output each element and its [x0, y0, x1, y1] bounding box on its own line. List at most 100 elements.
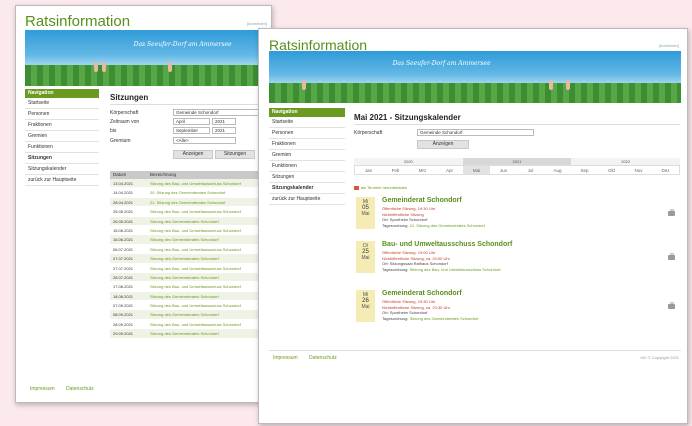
anzeigen-button[interactable]: Anzeigen: [417, 140, 469, 149]
print-icon[interactable]: [668, 302, 675, 309]
row-title-link[interactable]: Sitzung des Gemeinderates Schondorf: [150, 273, 271, 281]
datenschutz-link[interactable]: Datenschutz: [66, 386, 94, 392]
print-icon[interactable]: [668, 209, 675, 216]
nav-item-fraktionen[interactable]: Fraktionen: [269, 139, 345, 150]
row-title-link[interactable]: 21. Sitzung des Gemeinderates Schondorf: [150, 198, 271, 206]
table-row[interactable]: 14.04.2021 20. Sitzung des Gemeinderates …: [110, 188, 271, 198]
table-row[interactable]: 08.09.2021 Sitzung des Gemeinderates Scho…: [110, 310, 271, 320]
nav-item-gremien[interactable]: Gremien: [269, 150, 345, 161]
month-okt[interactable]: Okt: [598, 166, 625, 174]
row-title-link[interactable]: Sitzung des Bau- und Umweltausschuss Sch…: [150, 264, 271, 272]
row-title-link[interactable]: Sitzung des Bau- und Umweltausschuss Sch…: [150, 179, 271, 187]
von-year-select[interactable]: 2021: [212, 118, 236, 125]
row-title-link[interactable]: Sitzung des Gemeinderates Schondorf: [150, 292, 271, 300]
nav-item-funktionen[interactable]: Funktionen: [25, 142, 99, 153]
month-mai[interactable]: Mai: [463, 166, 490, 174]
row-title-link[interactable]: Sitzung des Bau- und Umweltausschuss Sch…: [150, 207, 271, 215]
month-mrz[interactable]: Mrz: [409, 166, 436, 174]
row-title-link[interactable]: Sitzung des Gemeinderates Schondorf: [150, 217, 271, 225]
event-title[interactable]: Gemeinderat Schondorf: [382, 197, 462, 204]
month-sep[interactable]: Sep: [571, 166, 598, 174]
copyright: MC © Copyright 2021: [640, 355, 679, 360]
row-title-link[interactable]: Sitzung des Bau- und Umweltausschuss Sch…: [150, 226, 271, 234]
table-row[interactable]: 28.07.2021 Sitzung des Gemeinderates Scho…: [110, 272, 271, 283]
gremium-select[interactable]: <Alle>: [173, 137, 236, 144]
month-apr[interactable]: Apr: [436, 166, 463, 174]
month-aug[interactable]: Aug: [544, 166, 571, 174]
download-link[interactable]: als Termine herunterladen: [354, 185, 407, 190]
month-feb[interactable]: Feb: [382, 166, 409, 174]
table-row[interactable]: 07.09.2021 Sitzung des Bau- und Umweltaus…: [110, 301, 271, 311]
table-row[interactable]: 28.09.2021 Sitzung des Bau- und Umweltaus…: [110, 319, 271, 330]
bis-year-select[interactable]: 2021: [212, 127, 236, 134]
year-2020[interactable]: 2020: [354, 158, 463, 165]
nav-item-gremien[interactable]: Gremien: [25, 131, 99, 142]
event-title[interactable]: Bau- und Umweltausschuss Schondorf: [382, 241, 512, 248]
row-title-link[interactable]: Sitzung des Bau- und Umweltausschuss Sch…: [150, 320, 271, 328]
table-row[interactable]: 15.06.2021 Sitzung des Bau- und Umweltaus…: [110, 225, 271, 236]
bis-month-select[interactable]: September: [173, 127, 210, 134]
login-link[interactable]: [Anmelden]: [659, 43, 679, 48]
table-row[interactable]: 07.07.2021 Sitzung des Gemeinderates Scho…: [110, 254, 271, 264]
koerperschaft-select[interactable]: Gemeinde Schondorf: [173, 109, 268, 116]
table-row[interactable]: 16.06.2021 Sitzung des Gemeinderates Scho…: [110, 235, 271, 245]
nav-item-hauptseite[interactable]: zurück zur Hauptseite: [25, 175, 99, 186]
row-title-link[interactable]: Sitzung des Bau- und Umweltausschuss Sch…: [150, 282, 271, 290]
nav-item-sitzungskalender[interactable]: Sitzungskalender: [25, 164, 99, 175]
nav-item-sitzungskalender[interactable]: Sitzungskalender: [269, 183, 345, 194]
table-row[interactable]: 25.05.2021 Sitzung des Bau- und Umweltaus…: [110, 207, 271, 217]
month-jun[interactable]: Jun: [490, 166, 517, 174]
row-title-link[interactable]: 20. Sitzung des Gemeinderates Schondorf: [150, 188, 271, 196]
impressum-link[interactable]: Impressum: [273, 355, 298, 361]
table-row[interactable]: 13.04.2021 Sitzung des Bau- und Umweltaus…: [110, 179, 271, 189]
event-item: Mi 26 Mai Gemeinderat Schondorf Öffentli…: [354, 290, 681, 334]
event-month: Mai: [361, 211, 370, 217]
row-date: 13.04.2021: [113, 181, 134, 186]
row-title-link[interactable]: Sitzung des Bau- und Umweltausschuss Sch…: [150, 301, 271, 309]
row-title-link[interactable]: Sitzung des Bau- und Umweltausschuss Sch…: [150, 245, 271, 253]
login-link[interactable]: [Anmelden]: [247, 21, 267, 26]
banner-meadow: [25, 64, 271, 86]
nav-item-startseite[interactable]: Startseite: [25, 98, 99, 109]
von-month-select[interactable]: April: [173, 118, 210, 125]
nav-item-sitzungen[interactable]: Sitzungen: [25, 153, 99, 164]
table-row[interactable]: 27.07.2021 Sitzung des Bau- und Umweltaus…: [110, 263, 271, 273]
nav-item-startseite[interactable]: Startseite: [269, 117, 345, 128]
print-icon[interactable]: [668, 253, 675, 260]
koerperschaft-select[interactable]: Gemeinde Schondorf: [417, 129, 534, 136]
row-title-link[interactable]: Sitzung des Gemeinderates Schondorf: [150, 310, 271, 318]
agenda-link[interactable]: Sitzung des Gemeinderates Schondorf: [410, 316, 479, 321]
year-2022[interactable]: 2022: [571, 158, 681, 165]
table-row[interactable]: 29.09.2021 Sitzung des Gemeinderates Scho…: [110, 329, 271, 339]
month-nov[interactable]: Nov: [625, 166, 652, 174]
event-title[interactable]: Gemeinderat Schondorf: [382, 290, 462, 297]
table-row[interactable]: 28.04.2021 21. Sitzung des Gemeinderates …: [110, 197, 271, 208]
nav-item-personen[interactable]: Personen: [269, 128, 345, 139]
table-row[interactable]: 26.05.2021 Sitzung des Gemeinderates Scho…: [110, 216, 271, 226]
banner-slogan: Das Seeufer-Dorf am Ammersee: [392, 60, 491, 68]
agenda-link[interactable]: 21. Sitzung des Gemeinderates Schondorf: [410, 223, 485, 228]
nav-item-hauptseite[interactable]: zurück zur Hauptseite: [269, 194, 345, 205]
table-row[interactable]: 06.07.2021 Sitzung des Bau- und Umweltaus…: [110, 244, 271, 255]
agenda-link[interactable]: Sitzung des Bau- und Umweltausschuss Sch…: [410, 267, 501, 272]
nav-item-fraktionen[interactable]: Fraktionen: [25, 120, 99, 131]
month-dez[interactable]: Dez: [652, 166, 679, 174]
nav-item-sitzungen[interactable]: Sitzungen: [269, 172, 345, 183]
anzeigen-button[interactable]: Anzeigen: [173, 150, 213, 159]
site-logo[interactable]: Ratsinformation: [25, 13, 130, 30]
nav-item-funktionen[interactable]: Funktionen: [269, 161, 345, 172]
month-jul[interactable]: Jul: [517, 166, 544, 174]
year-2021[interactable]: 2021: [462, 158, 572, 165]
row-title-link[interactable]: Sitzung des Gemeinderates Schondorf: [150, 254, 271, 262]
row-title-link[interactable]: Sitzung des Gemeinderates Schondorf: [150, 235, 271, 243]
impressum-link[interactable]: Impressum: [30, 386, 55, 392]
month-jan[interactable]: Jan: [355, 166, 382, 174]
row-date: 08.09.2021: [113, 312, 134, 318]
row-title-link[interactable]: Sitzung des Gemeinderates Schondorf: [150, 329, 271, 337]
sitzungen-button[interactable]: Sitzungen: [215, 150, 255, 159]
event-public: Öffentliche Sitzung, 19:30 Uhr: [382, 299, 436, 304]
table-row[interactable]: 18.08.2021 Sitzung des Gemeinderates Scho…: [110, 291, 271, 302]
datenschutz-link[interactable]: Datenschutz: [309, 355, 337, 361]
table-row[interactable]: 17.08.2021 Sitzung des Bau- und Umweltaus…: [110, 282, 271, 292]
nav-item-personen[interactable]: Personen: [25, 109, 99, 120]
